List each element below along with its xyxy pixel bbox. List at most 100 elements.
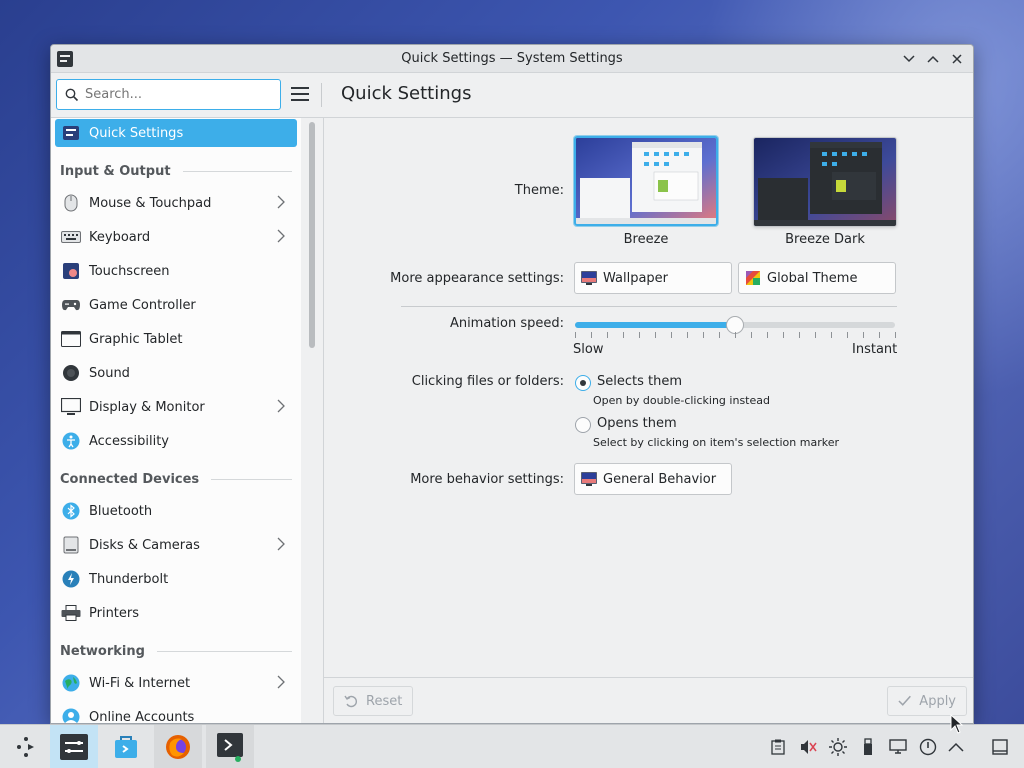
slider-tick bbox=[719, 332, 720, 338]
sidebar-item-thunderbolt[interactable]: Thunderbolt bbox=[55, 565, 297, 593]
search-icon bbox=[65, 88, 79, 101]
global-theme-button[interactable]: Global Theme bbox=[738, 262, 896, 294]
taskbar-konsole[interactable] bbox=[206, 725, 254, 768]
selects-them-radio[interactable] bbox=[575, 375, 591, 391]
sidebar-item-label: Graphic Tablet bbox=[89, 331, 183, 347]
sidebar-item-accessibility[interactable]: Accessibility bbox=[55, 427, 297, 455]
category-input-output: Input & Output bbox=[60, 161, 292, 181]
quick-settings-icon bbox=[61, 123, 81, 143]
slider-tick bbox=[655, 332, 656, 338]
apply-button[interactable]: Apply bbox=[887, 686, 967, 716]
breeze-preview-image bbox=[576, 138, 716, 224]
sidebar-item-label: Wi-Fi & Internet bbox=[89, 675, 191, 691]
titlebar[interactable]: Quick Settings — System Settings bbox=[51, 45, 973, 73]
sidebar-item-label: Disks & Cameras bbox=[89, 537, 200, 553]
theme-breeze-dark-thumbnail[interactable] bbox=[753, 137, 897, 227]
theme-breeze-thumbnail[interactable] bbox=[574, 136, 718, 226]
launcher-icon bbox=[17, 737, 34, 757]
slider-tick bbox=[751, 332, 752, 338]
header-row: Quick Settings bbox=[51, 73, 973, 117]
slider-tick bbox=[639, 332, 640, 338]
opens-them-hint: Select by clicking on item's selection m… bbox=[593, 436, 839, 449]
wallpaper-button[interactable]: Wallpaper bbox=[574, 262, 732, 294]
slider-max-label: Instant bbox=[852, 342, 898, 357]
clipboard-icon[interactable] bbox=[768, 737, 788, 757]
sidebar-item-wifi-internet[interactable]: Wi-Fi & Internet bbox=[55, 669, 297, 697]
search-input[interactable] bbox=[85, 87, 265, 102]
breeze-dark-preview-image bbox=[754, 138, 896, 226]
slider-tick bbox=[799, 332, 800, 338]
application-launcher-button[interactable] bbox=[2, 725, 50, 768]
printer-icon bbox=[61, 603, 81, 623]
keyboard-icon bbox=[61, 227, 81, 247]
sidebar-scrollbar[interactable] bbox=[301, 117, 323, 723]
power-profile-icon[interactable] bbox=[918, 737, 938, 757]
sidebar-item-touchscreen[interactable]: Touchscreen bbox=[55, 257, 297, 285]
sidebar-item-printers[interactable]: Printers bbox=[55, 599, 297, 627]
slider-tick bbox=[847, 332, 848, 338]
discover-icon bbox=[115, 736, 137, 758]
taskbar-firefox[interactable] bbox=[154, 725, 202, 768]
accessibility-icon bbox=[61, 431, 81, 451]
taskbar-discover[interactable] bbox=[102, 725, 150, 768]
usb-device-icon[interactable] bbox=[858, 737, 878, 757]
search-field[interactable] bbox=[56, 79, 281, 110]
chevron-right-icon bbox=[277, 195, 289, 211]
slider-tick bbox=[591, 332, 592, 338]
sidebar-item-label: Printers bbox=[89, 605, 140, 621]
category-networking: Networking bbox=[60, 641, 292, 661]
online-accounts-icon bbox=[61, 707, 81, 723]
brightness-icon[interactable] bbox=[828, 737, 848, 757]
sidebar-item-label: Bluetooth bbox=[89, 503, 153, 519]
sidebar-item-bluetooth[interactable]: Bluetooth bbox=[55, 497, 297, 525]
sidebar-item-disks-cameras[interactable]: Disks & Cameras bbox=[55, 531, 297, 559]
sidebar-item-display-monitor[interactable]: Display & Monitor bbox=[55, 393, 297, 421]
general-behavior-icon bbox=[581, 472, 597, 486]
slider-tick bbox=[735, 332, 736, 338]
scrollbar-thumb[interactable] bbox=[309, 122, 315, 348]
speaker-icon bbox=[61, 363, 81, 383]
reset-button[interactable]: Reset bbox=[333, 686, 414, 716]
sidebar-item-sound[interactable]: Sound bbox=[55, 359, 297, 387]
tablet-icon bbox=[61, 329, 81, 349]
taskbar-system-settings[interactable] bbox=[50, 725, 98, 768]
slider-tick bbox=[703, 332, 704, 338]
sidebar-item-mouse-touchpad[interactable]: Mouse & Touchpad bbox=[55, 189, 297, 217]
chevron-up-icon[interactable] bbox=[946, 737, 966, 757]
footer-bar: Reset Apply bbox=[323, 677, 973, 723]
theme-breeze-caption: Breeze bbox=[623, 232, 669, 247]
sidebar-item-quick-settings[interactable]: Quick Settings bbox=[55, 119, 297, 147]
selects-them-hint: Open by double-clicking instead bbox=[593, 394, 770, 407]
slider-tick bbox=[607, 332, 608, 338]
close-button[interactable] bbox=[947, 49, 967, 69]
selects-them-label[interactable]: Selects them bbox=[597, 374, 682, 389]
opens-them-label[interactable]: Opens them bbox=[597, 416, 677, 431]
chevron-right-icon bbox=[277, 229, 289, 245]
globe-icon bbox=[61, 673, 81, 693]
show-desktop-icon[interactable] bbox=[990, 737, 1010, 757]
volume-muted-icon[interactable] bbox=[798, 737, 818, 757]
network-wired-icon[interactable] bbox=[888, 737, 908, 757]
terminal-icon bbox=[217, 733, 243, 762]
gamepad-icon bbox=[61, 295, 81, 315]
hamburger-menu-button[interactable] bbox=[291, 85, 309, 103]
sidebar-item-keyboard[interactable]: Keyboard bbox=[55, 223, 297, 251]
sidebar-item-graphic-tablet[interactable]: Graphic Tablet bbox=[55, 325, 297, 353]
taskbar bbox=[0, 724, 1024, 768]
touchscreen-icon bbox=[61, 261, 81, 281]
opens-them-radio[interactable] bbox=[575, 417, 591, 433]
chevron-right-icon bbox=[277, 675, 289, 691]
thunderbolt-icon bbox=[61, 569, 81, 589]
animation-speed-slider[interactable] bbox=[575, 316, 895, 334]
sidebar-item-label: Thunderbolt bbox=[89, 571, 169, 587]
sidebar-item-label: Online Accounts bbox=[89, 709, 195, 724]
page-title: Quick Settings bbox=[341, 83, 472, 104]
sidebar-item-online-accounts[interactable]: Online Accounts bbox=[55, 703, 297, 724]
slider-tick bbox=[687, 332, 688, 338]
general-behavior-button[interactable]: General Behavior bbox=[574, 463, 732, 495]
maximize-button[interactable] bbox=[923, 49, 943, 69]
quick-settings-page: Theme: Breeze Breeze Dark More appearanc… bbox=[323, 117, 973, 677]
minimize-button[interactable] bbox=[899, 49, 919, 69]
sidebar-item-game-controller[interactable]: Game Controller bbox=[55, 291, 297, 319]
category-connected-devices: Connected Devices bbox=[60, 469, 292, 489]
